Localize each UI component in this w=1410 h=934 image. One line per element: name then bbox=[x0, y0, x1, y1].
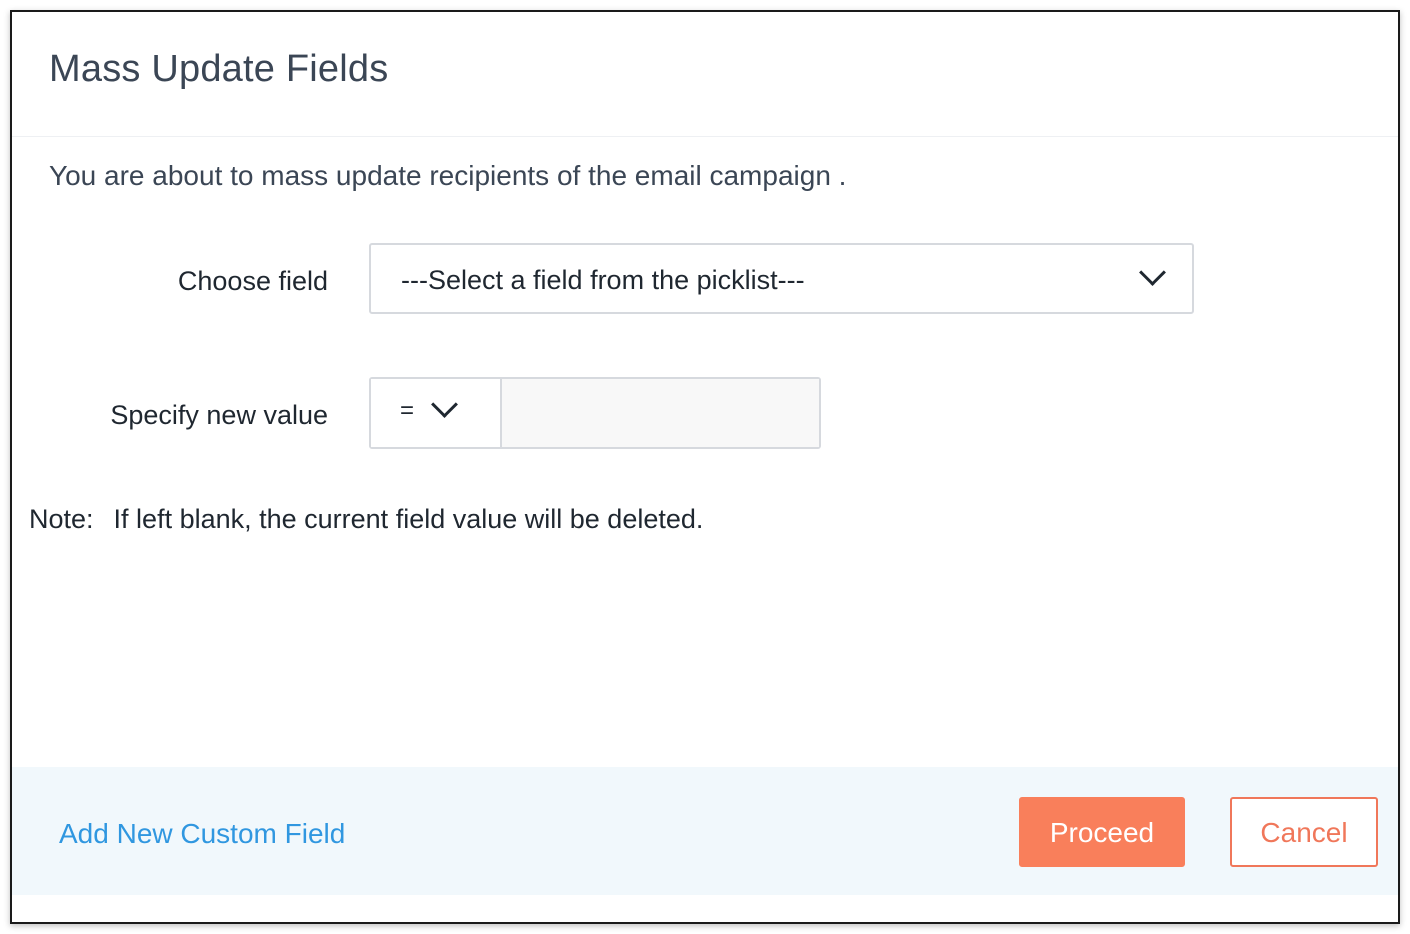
choose-field-select[interactable]: ---Select a field from the picklist--- bbox=[369, 243, 1194, 314]
operator-selected-value: = bbox=[400, 397, 415, 424]
mass-update-dialog-frame: Mass Update Fields You are about to mass… bbox=[10, 10, 1400, 924]
intro-text: You are about to mass update recipients … bbox=[49, 160, 847, 191]
note: Note: If left blank, the current field va… bbox=[29, 504, 703, 535]
note-text: If left blank, the current field value w… bbox=[113, 504, 704, 534]
dialog-header: Mass Update Fields bbox=[12, 12, 1398, 137]
operator-select[interactable]: = bbox=[371, 379, 502, 447]
chevron-down-icon bbox=[1139, 259, 1166, 286]
dialog-footer: Add New Custom Field Proceed Cancel bbox=[12, 767, 1398, 895]
specify-value-label: Specify new value bbox=[110, 400, 328, 430]
new-value-group: = bbox=[369, 377, 821, 449]
new-value-input[interactable] bbox=[502, 379, 819, 447]
choose-field-selected-value: ---Select a field from the picklist--- bbox=[401, 265, 805, 295]
note-label: Note: bbox=[29, 504, 94, 534]
chevron-down-icon bbox=[431, 391, 458, 418]
dialog-title: Mass Update Fields bbox=[49, 48, 389, 90]
proceed-button[interactable]: Proceed bbox=[1019, 797, 1185, 867]
mass-update-dialog: Mass Update Fields You are about to mass… bbox=[12, 12, 1398, 922]
cancel-button[interactable]: Cancel bbox=[1230, 797, 1378, 867]
choose-field-label: Choose field bbox=[177, 266, 328, 296]
add-new-custom-field-link[interactable]: Add New Custom Field bbox=[59, 818, 345, 850]
